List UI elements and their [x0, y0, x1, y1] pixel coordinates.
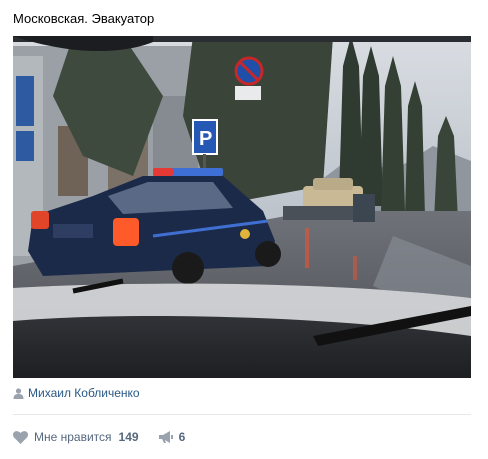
post-title: Московская. Эвакуатор	[13, 11, 155, 26]
like-count: 149	[118, 430, 139, 444]
post-actions: Мне нравится 149 6	[13, 428, 185, 446]
share-button[interactable]: 6	[158, 429, 186, 445]
megaphone-icon	[158, 431, 173, 443]
post-photo[interactable]: Р	[13, 36, 471, 378]
heart-icon	[13, 430, 28, 444]
share-count: 6	[178, 430, 186, 444]
user-icon	[13, 387, 24, 399]
like-label: Мне нравится	[34, 430, 112, 444]
street-photo-image: Р	[13, 36, 471, 378]
author-name-link[interactable]: Михаил Кобличенко	[28, 385, 140, 401]
parking-sign-letter: Р	[199, 128, 212, 150]
like-button[interactable]: Мне нравится 149	[13, 429, 139, 445]
divider	[13, 414, 471, 415]
author-block: Михаил Кобличенко	[13, 385, 140, 401]
